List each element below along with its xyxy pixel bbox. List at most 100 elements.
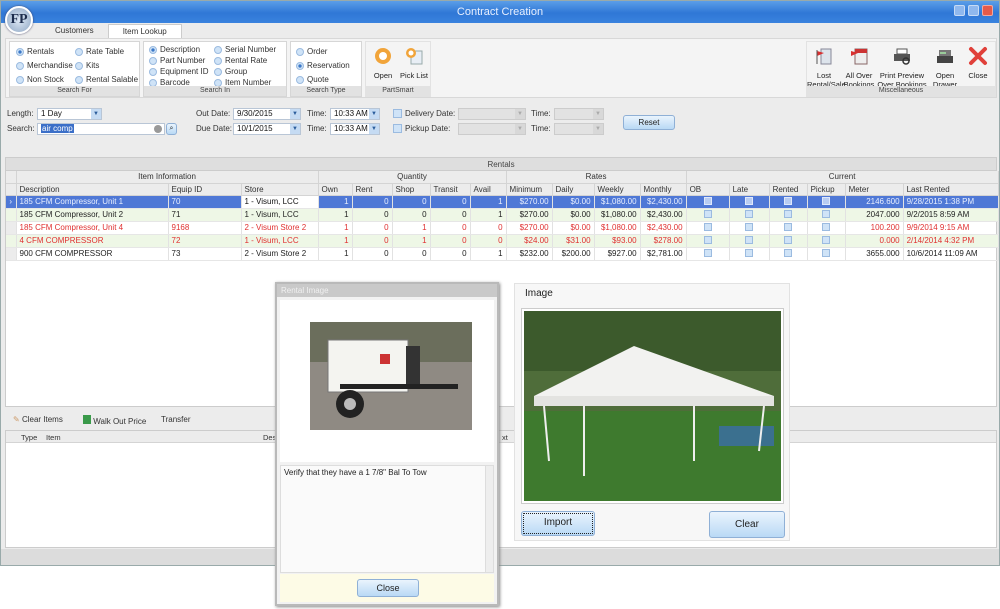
out-date-picker[interactable]: 9/30/2015 ▼ bbox=[233, 108, 301, 120]
lost-rental-sale-button[interactable]: Lost Rental/Sale bbox=[807, 46, 846, 89]
checkbox[interactable] bbox=[745, 209, 754, 218]
chevron-down-icon[interactable]: ▼ bbox=[369, 109, 379, 119]
maximize-button[interactable] bbox=[968, 5, 979, 16]
partsmart-open-button[interactable]: Open bbox=[370, 46, 396, 80]
radio-serial-number[interactable]: Serial Number bbox=[214, 45, 276, 54]
table-row[interactable]: 900 CFM COMPRESSOR 73 2 - Visum Store 2100… bbox=[6, 247, 999, 261]
checkbox[interactable] bbox=[822, 196, 831, 205]
column-header[interactable]: Rent bbox=[352, 183, 393, 196]
search-input[interactable]: air comp bbox=[37, 123, 165, 135]
column-header[interactable]: Meter bbox=[845, 183, 904, 196]
length-dropdown[interactable]: 1 Day ▼ bbox=[37, 108, 102, 120]
search-button[interactable]: ⌕ bbox=[166, 123, 177, 135]
column-header[interactable]: Daily bbox=[552, 183, 595, 196]
radio-order[interactable]: Order bbox=[296, 47, 327, 56]
pick-list-button[interactable]: Pick List bbox=[398, 46, 430, 80]
out-time-picker[interactable]: 10:33 AM ▼ bbox=[330, 108, 380, 120]
row-selector[interactable] bbox=[6, 208, 17, 222]
checkbox[interactable] bbox=[822, 222, 831, 231]
column-header[interactable]: Minimum bbox=[506, 183, 553, 196]
pickup-date-checkbox[interactable] bbox=[393, 124, 402, 133]
radio-kits[interactable]: Kits bbox=[75, 61, 99, 70]
radio-merchandise[interactable]: Merchandise bbox=[16, 61, 73, 70]
table-row[interactable]: 185 CFM Compressor, Unit 2 71 1 - Visum, L… bbox=[6, 208, 999, 222]
tab-customers[interactable]: Customers bbox=[41, 24, 108, 38]
column-header[interactable]: Late bbox=[729, 183, 770, 196]
radio-group[interactable]: Group bbox=[214, 67, 247, 76]
due-time-picker[interactable]: 10:33 AM ▼ bbox=[330, 123, 380, 135]
walk-out-price-button[interactable]: Walk Out Price bbox=[83, 415, 146, 426]
col-type[interactable]: Type bbox=[21, 433, 37, 442]
radio-quote[interactable]: Quote bbox=[296, 75, 329, 84]
reset-button[interactable]: Reset bbox=[623, 115, 675, 130]
delivery-date-checkbox[interactable] bbox=[393, 109, 402, 118]
col-item[interactable]: Item bbox=[46, 433, 61, 442]
checkbox[interactable] bbox=[703, 222, 712, 231]
radio-rental-salable[interactable]: Rental Salable bbox=[75, 75, 138, 84]
checkbox[interactable] bbox=[703, 248, 712, 257]
col-ext[interactable]: xt bbox=[502, 433, 508, 442]
delivery-date-picker[interactable]: ▼ bbox=[458, 108, 526, 120]
table-row[interactable]: › 185 CFM Compressor, Unit 1 70 1 - Visum, … bbox=[6, 195, 999, 209]
checkbox[interactable] bbox=[784, 235, 793, 244]
close-button[interactable]: Close bbox=[963, 46, 993, 80]
open-drawer-button[interactable]: Open Drawer bbox=[929, 46, 961, 89]
print-preview-over-bookings-button[interactable]: Print Preview Over Bookings bbox=[877, 46, 927, 89]
import-button[interactable]: Import bbox=[521, 511, 595, 536]
column-header[interactable]: Store bbox=[241, 183, 319, 196]
checkbox[interactable] bbox=[745, 248, 754, 257]
column-header[interactable]: Equip ID bbox=[168, 183, 242, 196]
column-header[interactable]: Monthly bbox=[640, 183, 687, 196]
table-row[interactable]: 185 CFM Compressor, Unit 4 9168 2 - Visum … bbox=[6, 221, 999, 235]
column-header[interactable]: Shop bbox=[392, 183, 431, 196]
column-header[interactable]: Own bbox=[318, 183, 353, 196]
chevron-down-icon[interactable]: ▼ bbox=[290, 124, 300, 134]
pickup-date-picker[interactable]: ▼ bbox=[458, 123, 526, 135]
dialog-close-button[interactable]: Close bbox=[357, 579, 419, 597]
transfer-button[interactable]: Transfer bbox=[161, 415, 191, 424]
due-date-picker[interactable]: 10/1/2015 ▼ bbox=[233, 123, 301, 135]
column-header[interactable]: Last Rented bbox=[903, 183, 999, 196]
tab-item-lookup[interactable]: Item Lookup bbox=[107, 24, 182, 38]
chevron-down-icon[interactable]: ▼ bbox=[369, 124, 379, 134]
column-header[interactable]: Transit bbox=[430, 183, 471, 196]
column-header[interactable]: Avail bbox=[470, 183, 507, 196]
row-selector[interactable]: › bbox=[6, 195, 17, 209]
checkbox[interactable] bbox=[745, 235, 754, 244]
clear-image-button[interactable]: Clear bbox=[709, 511, 785, 538]
radio-reservation[interactable]: Reservation bbox=[296, 61, 350, 70]
radio-non-stock[interactable]: Non Stock bbox=[16, 75, 64, 84]
note-textarea[interactable]: Verify that they have a 1 7/8" Bal To To… bbox=[280, 465, 494, 573]
row-selector[interactable] bbox=[6, 234, 17, 248]
chevron-down-icon[interactable]: ▼ bbox=[91, 109, 101, 119]
checkbox[interactable] bbox=[784, 196, 793, 205]
pickup-time-picker[interactable]: ▼ bbox=[554, 123, 604, 135]
radio-rentals[interactable]: Rentals bbox=[16, 47, 54, 56]
checkbox[interactable] bbox=[784, 222, 793, 231]
radio-rental-rate[interactable]: Rental Rate bbox=[214, 56, 267, 65]
radio-description[interactable]: Description bbox=[149, 45, 200, 54]
row-selector[interactable] bbox=[6, 247, 17, 261]
checkbox[interactable] bbox=[784, 209, 793, 218]
minimize-button[interactable] bbox=[954, 5, 965, 16]
checkbox[interactable] bbox=[822, 235, 831, 244]
checkbox[interactable] bbox=[703, 235, 712, 244]
note-scrollbar[interactable] bbox=[485, 466, 493, 572]
clear-search-icon[interactable] bbox=[154, 125, 162, 133]
window-close-button[interactable] bbox=[982, 5, 993, 16]
checkbox[interactable] bbox=[822, 248, 831, 257]
table-row[interactable]: 4 CFM COMPRESSOR 72 1 - Visum, LCC 1 0 1 0 0 $24… bbox=[6, 234, 999, 248]
clear-items-button[interactable]: ✎ Clear Items bbox=[13, 415, 63, 424]
checkbox[interactable] bbox=[745, 222, 754, 231]
delivery-time-picker[interactable]: ▼ bbox=[554, 108, 604, 120]
radio-rate-table[interactable]: Rate Table bbox=[75, 47, 124, 56]
checkbox[interactable] bbox=[745, 196, 754, 205]
column-header[interactable]: Description bbox=[16, 183, 169, 196]
checkbox[interactable] bbox=[822, 209, 831, 218]
checkbox[interactable] bbox=[703, 196, 712, 205]
column-header[interactable]: Pickup bbox=[807, 183, 846, 196]
radio-part-number[interactable]: Part Number bbox=[149, 56, 205, 65]
column-header[interactable]: Weekly bbox=[594, 183, 641, 196]
checkbox[interactable] bbox=[703, 209, 712, 218]
radio-equipment-id[interactable]: Equipment ID bbox=[149, 67, 208, 76]
